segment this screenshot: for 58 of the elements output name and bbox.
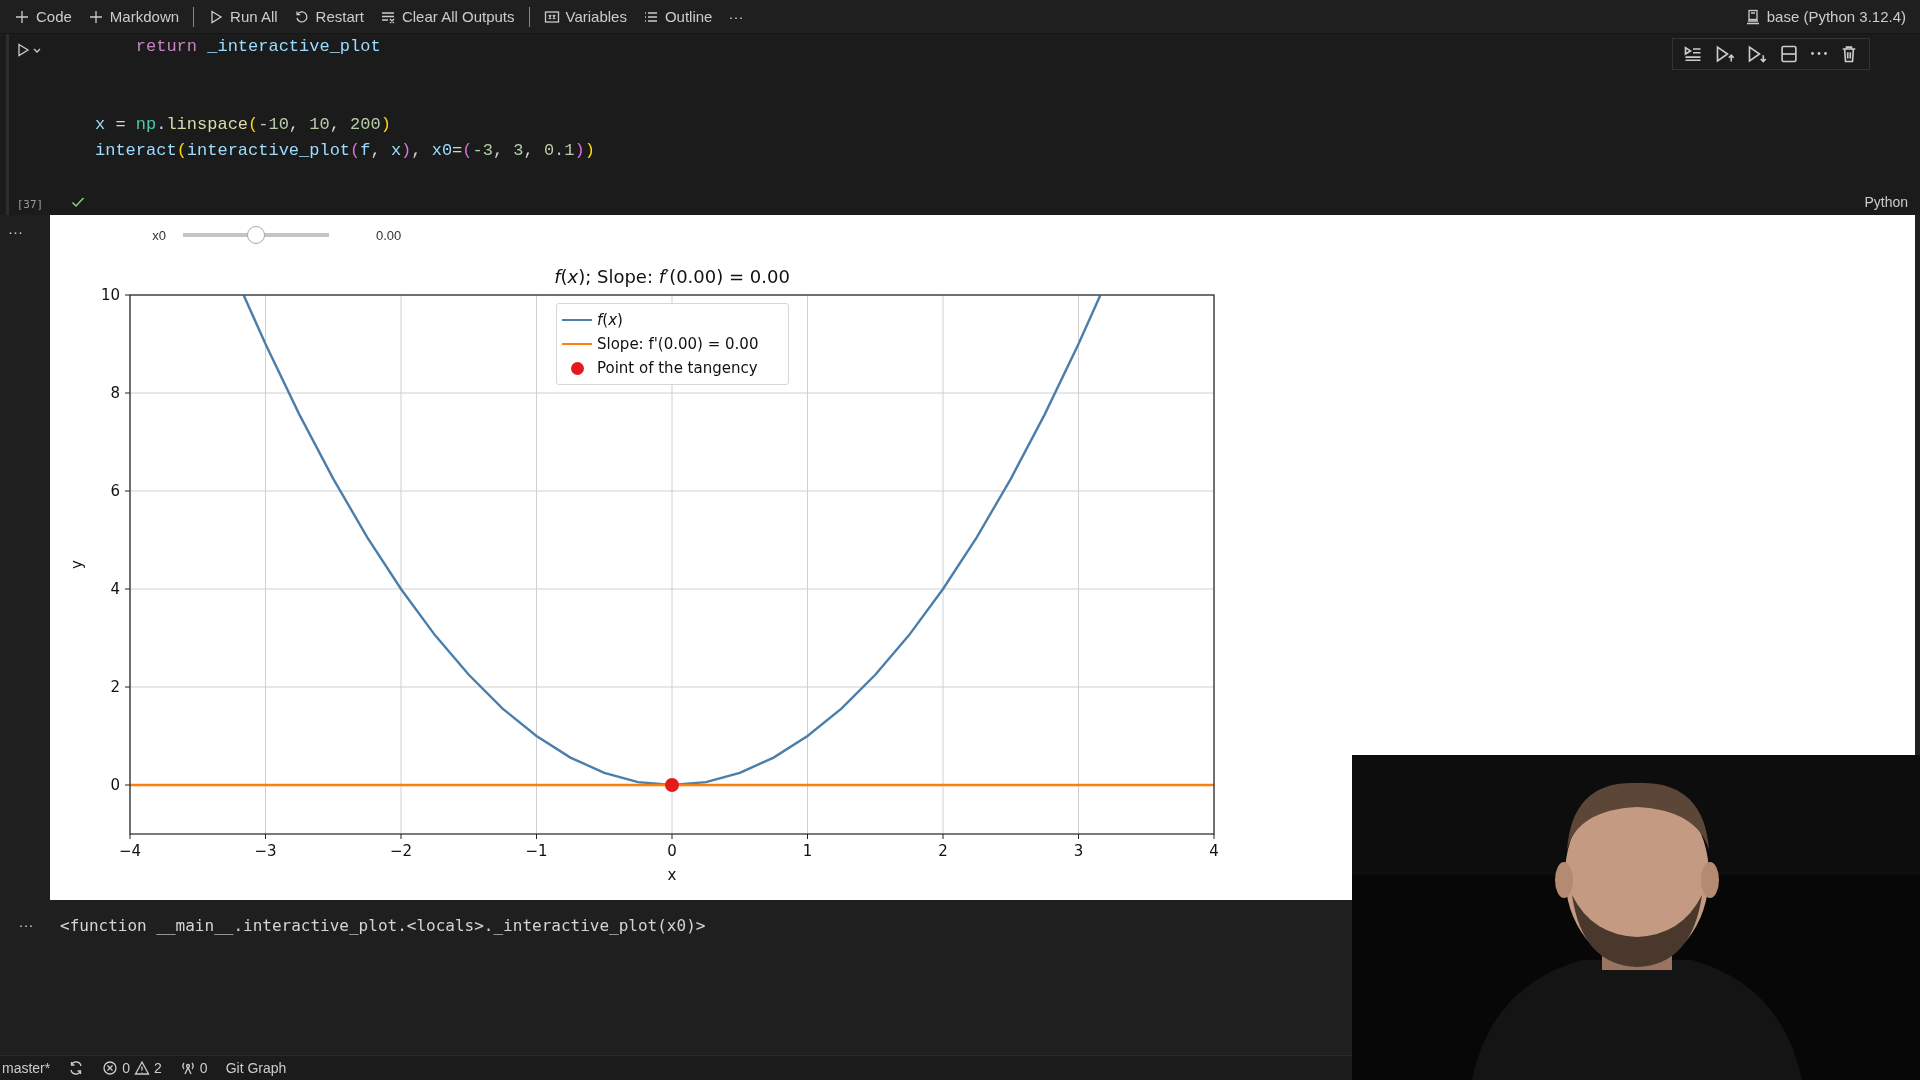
x-tick-label: 2 [938, 842, 948, 860]
toolbar-button[interactable]: Variables [537, 5, 633, 28]
x-tick-label: −1 [525, 842, 548, 860]
output-menu-button[interactable]: ··· [2, 913, 50, 937]
output-text: <function __main__.interactive_plot.<locals>._interactive_plot(x0)> [60, 915, 707, 935]
y-tick-label: 0 [110, 776, 120, 794]
toolbar-button[interactable]: Restart [287, 5, 370, 28]
split-cell-icon [1779, 44, 1799, 64]
slider-value: 0.00 [376, 227, 402, 243]
legend-label: Slope: f'(0.00) = 0.00 [597, 335, 759, 353]
toolbar-button[interactable]: Clear All Outputs [373, 5, 521, 28]
more-button[interactable]: ··· [722, 5, 750, 28]
x-axis-label: x [667, 866, 677, 884]
legend-label: Point of the tangency [597, 359, 758, 377]
code-line: x = np.linspace(-10, 10, 200) [95, 114, 391, 136]
git-graph-item[interactable]: Git Graph [223, 1060, 289, 1076]
x-tick-label: 3 [1073, 842, 1084, 860]
run-below-icon [1747, 44, 1767, 64]
y-tick-label: 8 [110, 384, 120, 402]
more-icon [1811, 52, 1827, 55]
toolbar-button[interactable]: Markdown [81, 5, 186, 28]
y-tick-label: 6 [110, 482, 120, 500]
toolbar-button[interactable]: Code [8, 5, 78, 28]
restart-icon [293, 8, 310, 25]
slider-thumb[interactable] [247, 226, 265, 244]
run-by-line-icon [1683, 44, 1703, 64]
kernel-icon [1744, 8, 1761, 25]
y-tick-label: 10 [100, 287, 120, 304]
language-label[interactable]: Python [1864, 194, 1908, 210]
x-tick-label: −4 [118, 842, 142, 860]
plus-icon [87, 8, 104, 25]
broadcast-icon [179, 1060, 196, 1076]
variables-icon [543, 8, 560, 25]
y-axis-label: y [68, 560, 86, 569]
y-tick-label: 2 [110, 678, 120, 696]
x-tick-label: 0 [667, 842, 677, 860]
x-tick-label: 4 [1209, 842, 1219, 860]
x-tick-label: 1 [802, 842, 813, 860]
warning-icon [134, 1060, 151, 1076]
problems-item[interactable]: 0 2 [100, 1060, 164, 1076]
legend-label: f(x) [597, 311, 623, 329]
slider-label: x0 [151, 227, 166, 243]
run-above-icon [1715, 44, 1735, 64]
x-tick-label: −3 [254, 842, 277, 860]
code-line: interact(interactive_plot(f, x), x0=(-3, 3, 0.1)) [95, 140, 595, 162]
branch-item[interactable]: master* [0, 1060, 53, 1076]
code-line: return _interactive_plot [134, 36, 381, 58]
y-tick-label: 4 [110, 580, 120, 598]
x-tick-label: −2 [389, 842, 413, 860]
output-menu-button[interactable]: ··· [2, 215, 29, 239]
ports-item[interactable]: 0 [177, 1060, 210, 1076]
kernel-picker[interactable]: base (Python 3.12.4) [1738, 7, 1912, 26]
execution-count: [37] [16, 198, 44, 211]
toolbar-button[interactable]: Outline [636, 5, 719, 28]
error-icon [102, 1060, 119, 1076]
chart-title: f(x); Slope: f′(0.00) = 0.00 [554, 266, 790, 287]
plus-icon [14, 8, 30, 25]
toolbar-button[interactable]: Run All [202, 5, 284, 28]
